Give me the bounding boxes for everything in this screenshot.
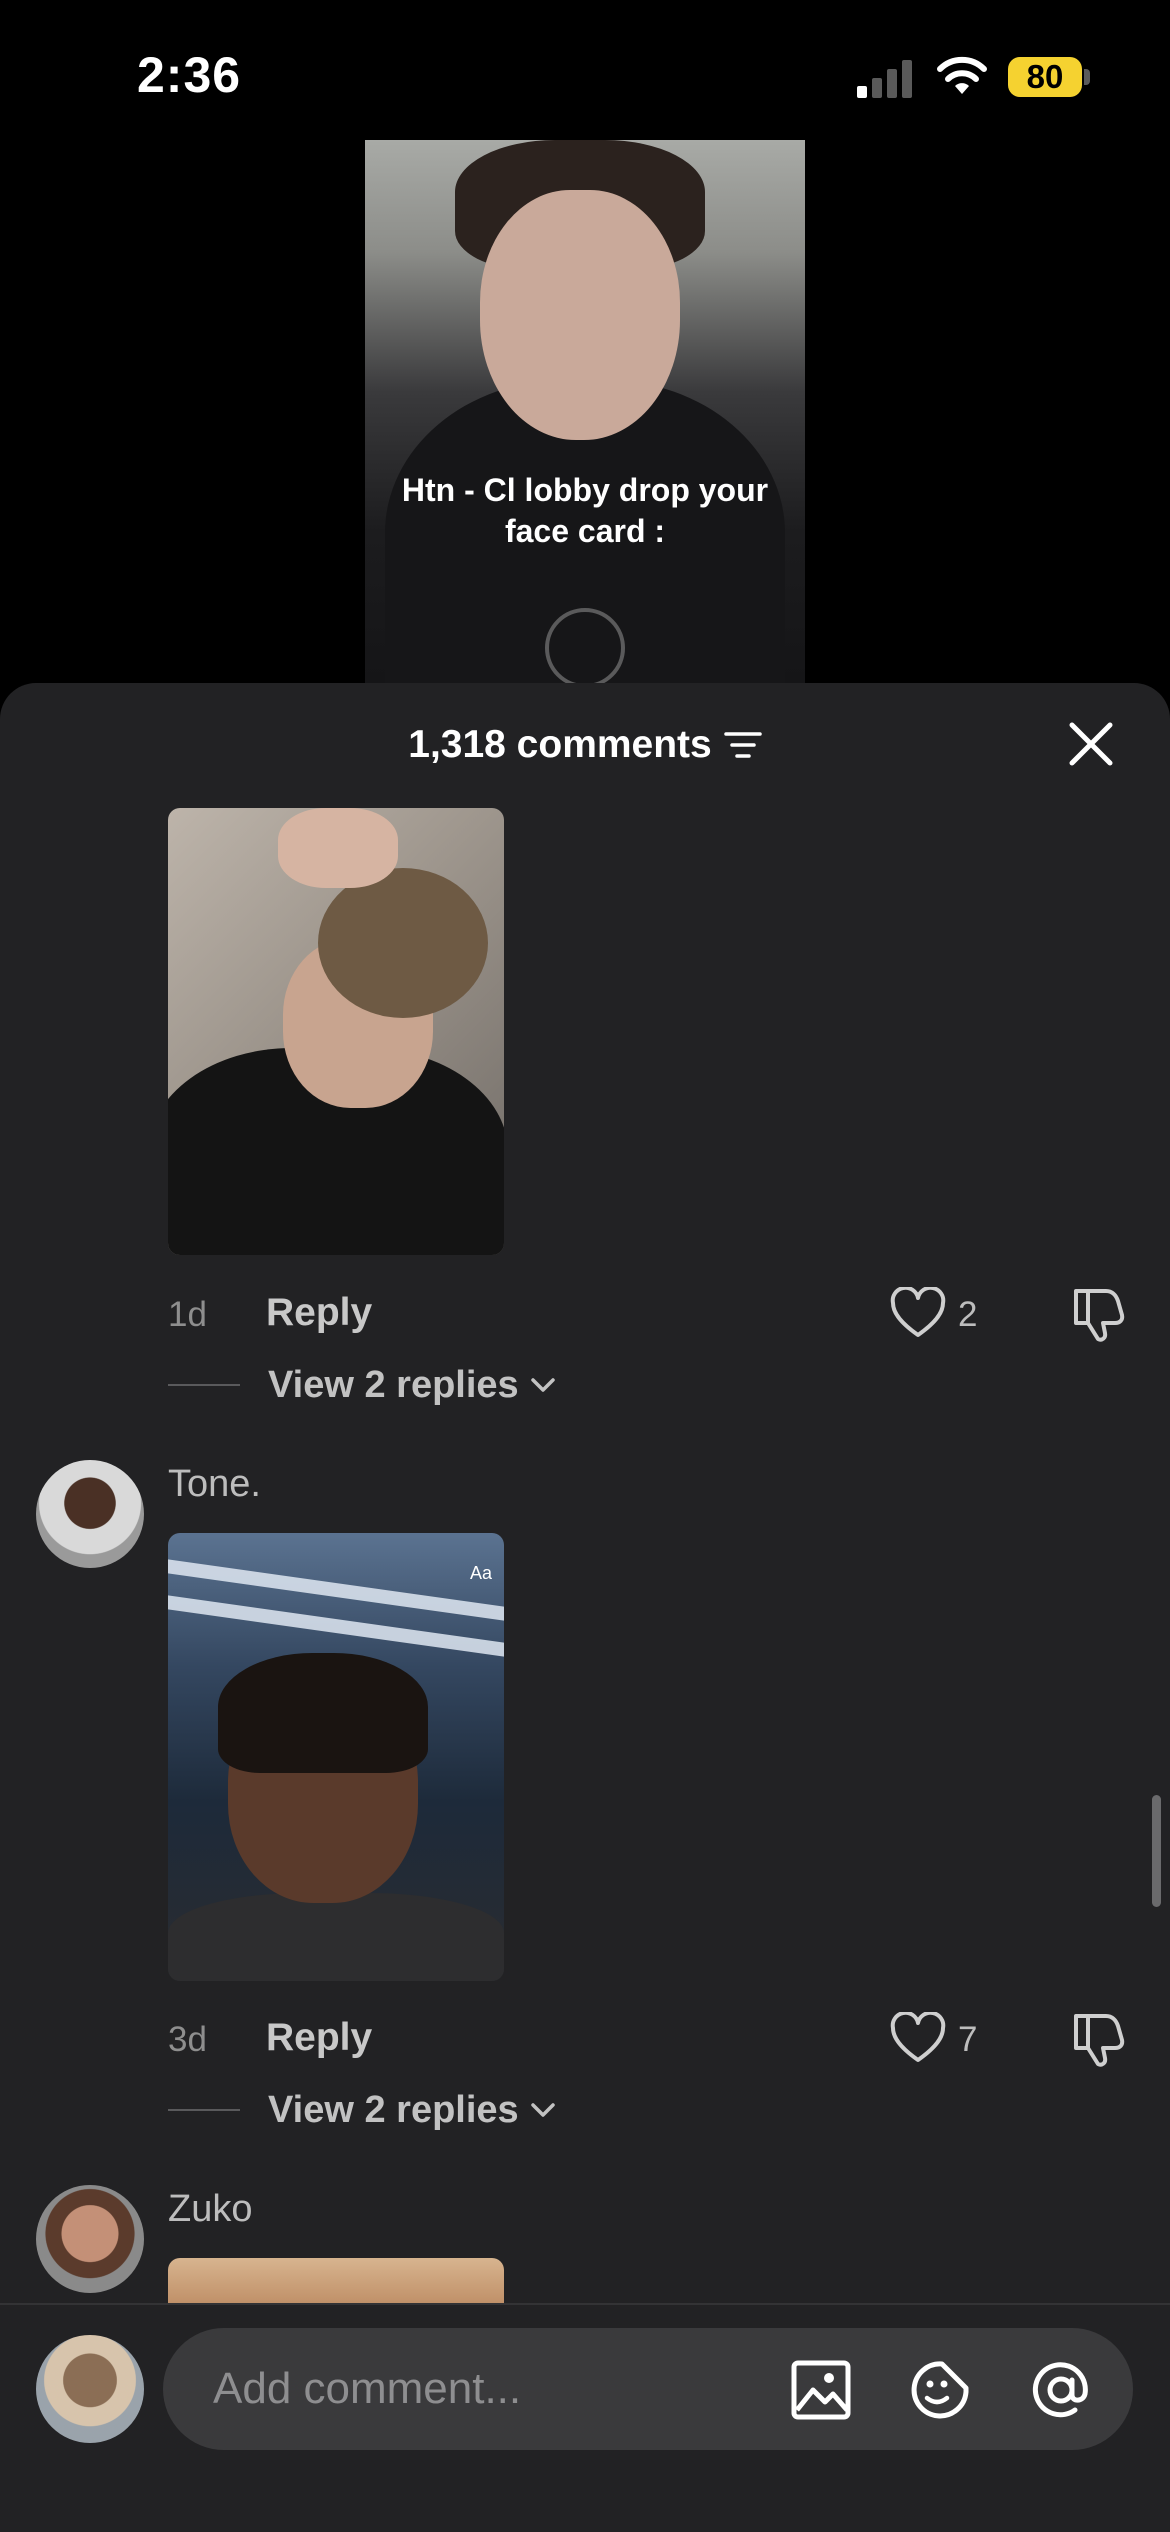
comment-username[interactable]: Tone.	[168, 1463, 261, 1506]
comment-meta-row: 1d Reply 2	[0, 1285, 1170, 1345]
thumbs-down-icon[interactable]	[1070, 2010, 1126, 2068]
view-replies-button[interactable]: View 2 replies	[168, 1360, 557, 1410]
video-preview[interactable]: Htn - Cl lobby drop your face card :	[365, 140, 805, 700]
signal-icon	[857, 60, 912, 98]
comment-image[interactable]: Aa	[168, 1533, 504, 1981]
hoodie-logo	[545, 608, 625, 688]
comment-input-container[interactable]	[163, 2328, 1133, 2450]
battery-cap	[1084, 69, 1090, 85]
wifi-icon	[937, 56, 987, 94]
comment-username[interactable]: Zuko	[168, 2188, 252, 2231]
image-figure-hair	[318, 868, 488, 1018]
like-count: 7	[958, 2020, 978, 2059]
status-time: 2:36	[137, 47, 242, 103]
comment-image[interactable]	[168, 808, 504, 1255]
tools-text-icon: Aa	[469, 1563, 493, 1583]
comment-input-bar	[0, 2303, 1170, 2532]
scrollbar[interactable]	[1152, 1795, 1161, 1907]
like-count: 2	[958, 1295, 978, 1334]
image-figure-shirt	[168, 1893, 504, 1981]
replies-divider-line	[168, 1384, 240, 1386]
video-caption: Htn - Cl lobby drop your face card :	[365, 470, 805, 552]
video-caption-line: Htn - Cl lobby drop your	[401, 472, 769, 508]
chevron-down-icon	[530, 1378, 555, 1392]
comment-timestamp: 1d	[168, 1295, 207, 1334]
sheet-header: 1,318 comments	[0, 683, 1170, 803]
reply-button[interactable]: Reply	[266, 2016, 372, 2060]
comments-count: 1,318 comments	[408, 723, 712, 766]
view-replies-button[interactable]: View 2 replies	[168, 2085, 557, 2135]
chevron-down-icon	[530, 2103, 555, 2117]
thumbs-down-icon[interactable]	[1070, 1285, 1126, 1343]
close-icon[interactable]	[1068, 721, 1114, 767]
view-replies-label: View 2 replies	[268, 1363, 519, 1406]
comment-meta-row: 3d Reply 7	[0, 2010, 1170, 2070]
heart-icon[interactable]	[890, 1287, 946, 1341]
reply-button[interactable]: Reply	[266, 1291, 372, 1335]
snapchat-tools-overlay: Aa	[466, 1551, 496, 1595]
battery-level: 80	[1008, 57, 1082, 97]
image-figure-hair	[218, 1653, 428, 1773]
emoji-icon[interactable]	[908, 2358, 972, 2422]
status-bar: 2:36 80	[0, 0, 1170, 140]
mention-icon[interactable]	[1029, 2358, 1093, 2422]
replies-divider-line	[168, 2109, 240, 2111]
comments-sheet: 1,318 comments 1d Reply 2 View 2 replies…	[0, 683, 1170, 2532]
avatar[interactable]	[36, 1460, 144, 1568]
view-replies-label: View 2 replies	[268, 2088, 519, 2131]
avatar	[36, 2335, 144, 2443]
comment-timestamp: 3d	[168, 2020, 207, 2059]
avatar[interactable]	[36, 2185, 144, 2293]
video-figure-face	[480, 190, 680, 440]
battery-icon: 80	[1008, 57, 1090, 97]
image-icon[interactable]	[789, 2358, 853, 2422]
video-caption-line: face card :	[504, 513, 666, 549]
comment-input[interactable]	[213, 2328, 813, 2450]
comments-count-header: 1,318 comments	[0, 723, 1170, 767]
filter-icon[interactable]	[724, 730, 762, 760]
heart-icon[interactable]	[890, 2012, 946, 2066]
image-figure-hand	[278, 808, 398, 888]
